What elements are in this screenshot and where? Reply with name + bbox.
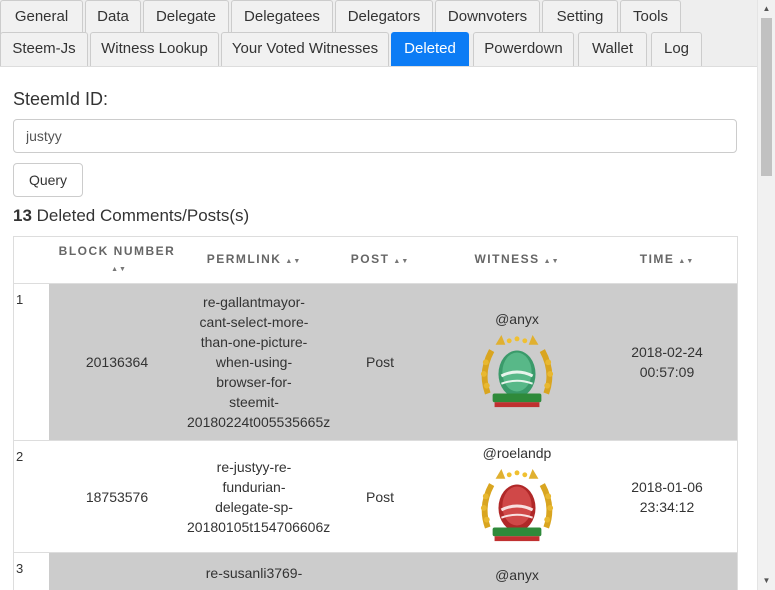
time-cell <box>597 552 737 590</box>
permlink-line: when-using- <box>215 354 293 370</box>
header-block-number-label: BLOCK NUMBER <box>58 243 176 258</box>
tab-general[interactable]: General <box>0 0 83 34</box>
tab-deleted[interactable]: Deleted <box>391 32 469 66</box>
header-permlink[interactable]: PERMLINK ▲▼ <box>185 236 323 284</box>
permlink-line: than-one-picture- <box>200 334 308 350</box>
tab-tools[interactable]: Tools <box>620 0 681 34</box>
header-permlink-label: PERMLINK <box>206 251 282 266</box>
witness-link[interactable]: @roelandp <box>439 443 595 463</box>
tab-wallet[interactable]: Wallet <box>578 32 647 66</box>
permlink-line: re-gallantmayor- <box>203 294 305 310</box>
tab-downvoters[interactable]: Downvoters <box>435 0 540 34</box>
permlink-cell: re-susanli3769- <box>185 552 323 590</box>
sort-icon: ▲▼ <box>393 257 410 265</box>
page: General Data Delegate Delegatees Delegat… <box>0 0 757 590</box>
witness-cell: @anyx <box>437 283 597 441</box>
post-type-cell <box>323 552 437 590</box>
time-cell: 2018-02-24 00:57:09 <box>597 283 737 441</box>
sort-icon: ▲▼ <box>543 257 560 265</box>
tab-witness-lookup[interactable]: Witness Lookup <box>90 32 219 66</box>
time-clock: 00:57:09 <box>639 364 695 380</box>
time-date: 2018-02-24 <box>631 344 703 360</box>
permlink-line: delegate-sp- <box>215 498 293 515</box>
red-egg-witness-badge-icon <box>480 468 554 542</box>
scroll-up-arrow-icon[interactable]: ▲ <box>758 0 775 17</box>
row-index: 2 <box>14 440 49 553</box>
tab-delegate[interactable]: Delegate <box>143 0 229 34</box>
permlink-line: re-susanli3769- <box>205 565 303 581</box>
table-row: 2 18753576 re-justyy-re- fundurian- dele… <box>14 440 737 553</box>
permlink-line: browser-for- <box>216 374 292 390</box>
time-date: 2018-01-06 <box>631 478 703 495</box>
vertical-scrollbar[interactable]: ▲ ▼ <box>757 0 775 590</box>
scrollbar-thumb[interactable] <box>761 18 772 176</box>
permlink-line: 20180224t005535665z <box>187 414 331 430</box>
tab-powerdown[interactable]: Powerdown <box>473 32 574 66</box>
permlink-cell: re-justyy-re- fundurian- delegate-sp- 20… <box>185 440 330 553</box>
scroll-down-arrow-icon[interactable]: ▼ <box>758 572 775 589</box>
sort-icon: ▲▼ <box>111 265 127 273</box>
witness-cell: @anyx <box>437 552 597 590</box>
table-header-row: BLOCK NUMBER ▲▼ PERMLINK ▲▼ POST ▲▼ WITNESS… <box>14 236 737 284</box>
permlink-line: cant-select-more- <box>199 314 309 330</box>
row-index: 3 <box>14 552 49 590</box>
steemid-input[interactable] <box>13 119 737 153</box>
header-post-label: POST <box>350 251 390 266</box>
permlink-line: fundurian- <box>222 478 286 495</box>
row-index: 1 <box>14 283 49 441</box>
deleted-summary: 13 Deleted Comments/Posts(s) <box>13 206 249 226</box>
tab-data[interactable]: Data <box>85 0 141 34</box>
deleted-count: 13 <box>13 206 32 225</box>
witness-cell: @roelandp <box>437 440 597 553</box>
tab-delegators[interactable]: Delegators <box>335 0 433 34</box>
time-cell: 2018-01-06 23:34:12 <box>597 440 737 553</box>
tab-setting[interactable]: Setting <box>542 0 618 34</box>
permlink-line: 20180105t154706606z <box>187 518 331 535</box>
tab-steem-js[interactable]: Steem-Js <box>0 32 88 66</box>
permlink-line: steemit- <box>229 394 279 410</box>
time-clock: 23:34:12 <box>639 498 695 515</box>
sort-icon: ▲▼ <box>678 257 695 265</box>
post-type-cell: Post <box>323 440 437 553</box>
green-egg-witness-badge-icon <box>480 334 554 407</box>
header-index <box>14 236 49 284</box>
witness-link[interactable]: @anyx <box>439 309 595 329</box>
steemid-label: SteemId ID: <box>13 89 109 109</box>
sort-icon: ▲▼ <box>285 257 302 265</box>
permlink-cell: re-gallantmayor- cant-select-more- than-… <box>185 283 330 441</box>
tab-your-voted-witnesses[interactable]: Your Voted Witnesses <box>221 32 389 66</box>
permlink-line: re-justyy-re- <box>216 458 292 475</box>
witness-link[interactable]: @anyx <box>495 567 539 583</box>
post-type-cell: Post <box>323 283 437 441</box>
deleted-summary-text: Deleted Comments/Posts(s) <box>31 206 250 225</box>
header-witness[interactable]: WITNESS ▲▼ <box>437 236 597 284</box>
block-number-cell: 18753576 <box>49 440 185 553</box>
tab-delegatees[interactable]: Delegatees <box>231 0 333 34</box>
block-number-cell: 20136364 <box>49 283 185 441</box>
table-row: 1 20136364 re-gallantmayor- cant-select-… <box>14 283 737 441</box>
header-post[interactable]: POST ▲▼ <box>323 236 437 284</box>
tab-log[interactable]: Log <box>651 32 702 66</box>
deleted-table: BLOCK NUMBER ▲▼ PERMLINK ▲▼ POST ▲▼ WITNESS… <box>13 236 738 590</box>
block-number-cell <box>49 552 185 590</box>
header-time-label: TIME <box>639 251 675 266</box>
header-witness-label: WITNESS <box>474 251 540 266</box>
query-button[interactable]: Query <box>13 163 83 197</box>
tab-bar: General Data Delegate Delegatees Delegat… <box>0 0 757 67</box>
header-time[interactable]: TIME ▲▼ <box>597 236 737 284</box>
table-row: 3 re-susanli3769- @anyx <box>14 552 737 590</box>
header-block-number[interactable]: BLOCK NUMBER ▲▼ <box>49 236 185 284</box>
